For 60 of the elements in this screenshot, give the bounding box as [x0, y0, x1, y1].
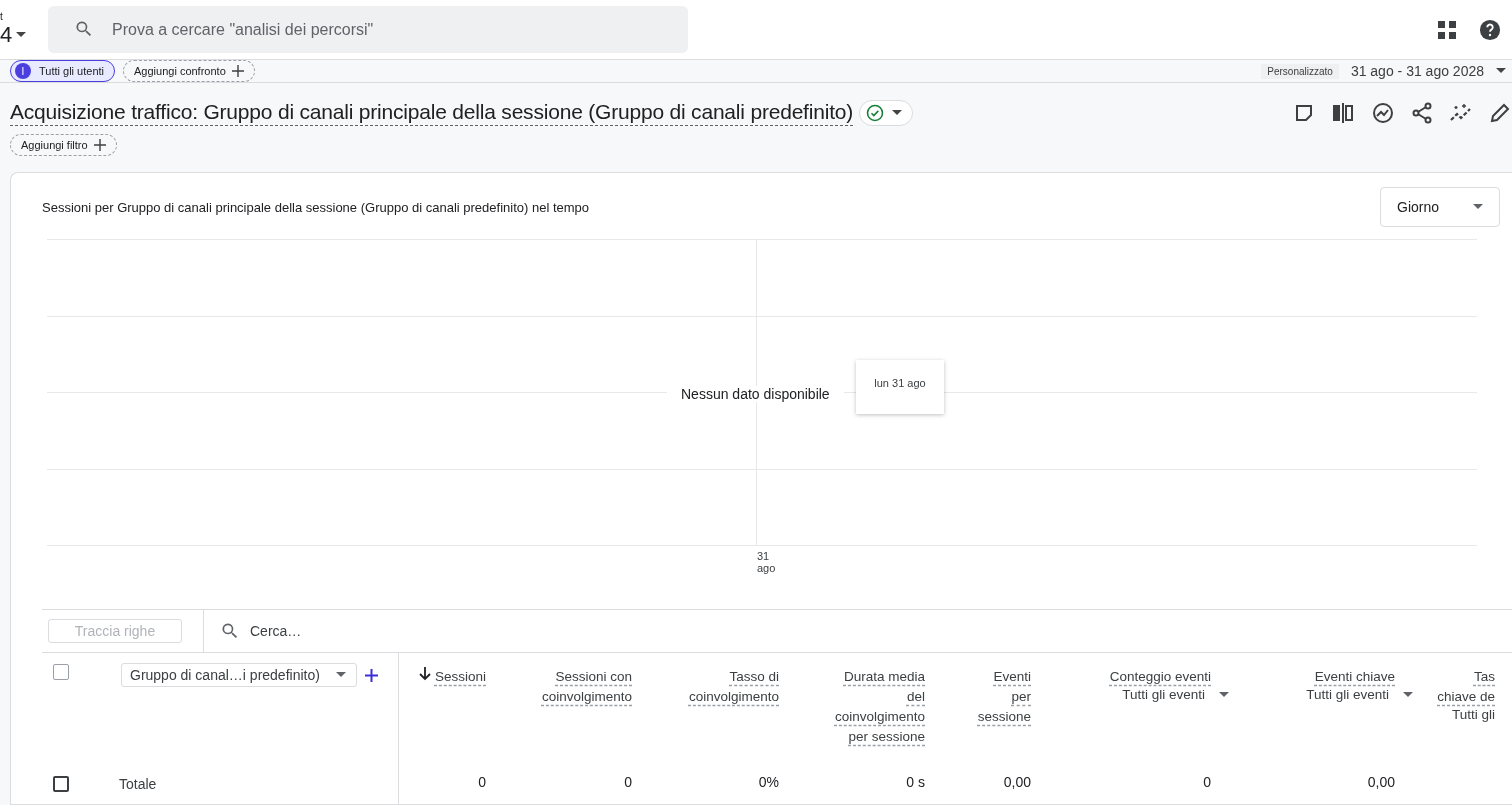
date-range-selector[interactable]: 31 ago - 31 ago 2028: [1346, 63, 1512, 79]
total-value: 0: [478, 774, 486, 790]
caret-icon: [336, 672, 346, 678]
event-filter-dropdown[interactable]: Tutti gli eventi: [1122, 687, 1229, 702]
note-icon[interactable]: [1294, 102, 1314, 123]
total-label: Totale: [119, 776, 157, 792]
segment-letter: I: [15, 63, 31, 79]
column-header[interactable]: Sessioni: [434, 667, 486, 687]
share-icon[interactable]: [1412, 101, 1432, 124]
add-dimension-icon[interactable]: [365, 668, 378, 682]
plus-icon: [93, 139, 106, 151]
column-header[interactable]: Tasso di coinvolgimento: [679, 667, 779, 707]
plus-icon: [231, 65, 244, 77]
caret-icon: [1403, 691, 1413, 698]
sparkle-trend-icon[interactable]: [1450, 102, 1472, 123]
check-circle-icon: [866, 103, 885, 122]
search-field[interactable]: Prova a cercare "analisi dei percorsi": [48, 6, 688, 53]
sort-descending-icon[interactable]: [418, 667, 431, 681]
caret-icon: [892, 109, 903, 116]
column-header[interactable]: Eventi per sessione: [971, 667, 1031, 727]
compare-columns-icon[interactable]: [1332, 102, 1354, 123]
empty-chart-message: Nessun dato disponibile: [667, 386, 844, 402]
column-header[interactable]: Tas chiave de: [1435, 667, 1495, 707]
insights-icon[interactable]: [1372, 101, 1394, 124]
apps-grid-icon[interactable]: [1437, 19, 1457, 40]
total-value: 0 s: [906, 774, 925, 790]
total-value: 0: [624, 774, 632, 790]
edit-icon[interactable]: [1490, 102, 1510, 123]
property-name: t: [0, 11, 3, 22]
chart-tooltip: lun 31 ago: [856, 360, 944, 414]
event-filter-dropdown[interactable]: Tutti gli: [1452, 707, 1495, 722]
caret-icon: [1473, 204, 1483, 210]
column-header[interactable]: Durata media del coinvolgimento per sessione: [825, 667, 925, 747]
segment-chip[interactable]: I Tutti gli utenti: [10, 60, 115, 82]
event-filter-dropdown[interactable]: Tutti gli eventi: [1306, 687, 1413, 702]
total-value: 0,00: [1367, 774, 1395, 790]
dimension-dropdown[interactable]: Gruppo di canal…i predefinito): [121, 663, 357, 687]
x-axis-label-month: ago: [757, 562, 776, 574]
granularity-dropdown[interactable]: Giorno: [1380, 187, 1500, 227]
status-selector[interactable]: [859, 99, 914, 126]
column-header[interactable]: Sessioni con coinvolgimento: [532, 667, 632, 707]
row-checkbox[interactable]: [53, 776, 69, 792]
total-value: 0,00: [1003, 774, 1031, 790]
column-header[interactable]: Conteggio eventi: [1109, 667, 1211, 687]
segment-label: Tutti gli utenti: [39, 65, 104, 77]
caret-icon: [1219, 691, 1229, 698]
search-icon: [220, 621, 240, 641]
report-title: Acquisizione traffico: Gruppo di canali principale della sessione (Gruppo di canali predefinito): [10, 99, 854, 126]
search-icon: [74, 19, 94, 39]
property-selector[interactable]: 4: [0, 21, 27, 48]
select-all-checkbox[interactable]: [53, 664, 69, 680]
date-kind-label: Personalizzato: [1261, 63, 1339, 79]
help-icon[interactable]: [1479, 18, 1501, 41]
total-value: 0%: [758, 774, 779, 790]
x-axis-label-day: 31: [757, 550, 776, 562]
caret-icon: [1496, 68, 1506, 74]
chart-title: Sessioni per Gruppo di canali principale della sessione (Gruppo di canali predefinito) nel tempo: [42, 199, 590, 215]
column-header[interactable]: Eventi chiave: [1314, 667, 1395, 687]
caret-icon: [16, 31, 27, 38]
total-value: 0: [1203, 774, 1211, 790]
